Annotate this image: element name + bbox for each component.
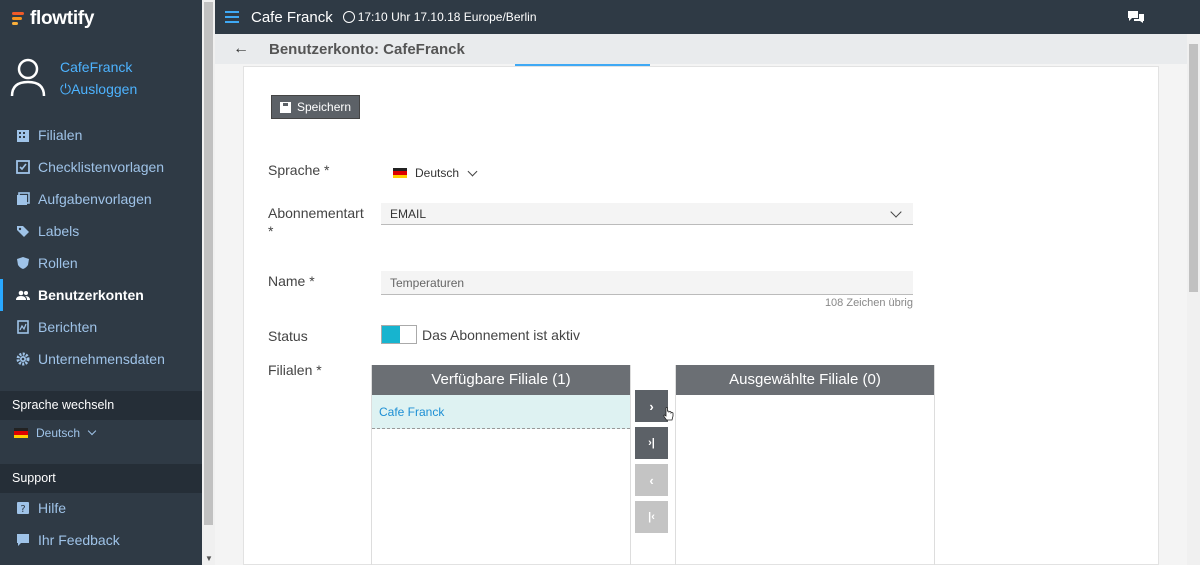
move-all-left-button[interactable]: |‹	[635, 501, 668, 533]
nav-item-label: Benutzerkonten	[38, 287, 144, 303]
nav-item-label: Ihr Feedback	[38, 532, 120, 548]
nav-item-berichten[interactable]: Berichten	[0, 311, 202, 343]
main-scrollbar-thumb[interactable]	[1189, 44, 1198, 292]
language-select-value: Deutsch	[415, 166, 460, 180]
app-logo[interactable]: flowtify	[0, 0, 202, 38]
nav-item-benutzerkonten[interactable]: Benutzerkonten	[0, 279, 202, 311]
nav-item-unternehmensdaten[interactable]: Unternehmensdaten	[0, 343, 202, 375]
nav-item-label: Rollen	[38, 255, 78, 271]
report-icon	[17, 320, 29, 334]
language-select[interactable]: Deutsch	[393, 166, 478, 180]
name-label: Name *	[268, 273, 315, 289]
scroll-down-arrow-icon[interactable]: ▼	[205, 554, 213, 563]
move-all-right-icon: ›|	[648, 437, 655, 449]
save-button-label: Speichern	[297, 100, 352, 114]
chevron-down-icon	[87, 426, 97, 436]
back-arrow-icon[interactable]: ←	[233, 40, 249, 58]
nav-item-label: Aufgabenvorlagen	[38, 191, 152, 207]
nav-item-hilfe[interactable]: ? Hilfe	[0, 492, 202, 524]
user-avatar-icon	[10, 58, 46, 97]
flowtify-logo-icon	[12, 11, 26, 27]
nav-item-rollen[interactable]: Rollen	[0, 247, 202, 279]
top-bar: Cafe Franck 17:10 Uhr 17.10.18 Europe/Be…	[215, 0, 1200, 34]
branches-label: Filialen *	[268, 362, 322, 378]
move-selected-left-button[interactable]: ‹	[635, 464, 668, 496]
page-title: Benutzerkonto: CafeFranck	[269, 40, 465, 58]
sidebar-language-selector[interactable]: Deutsch	[14, 426, 97, 440]
name-input[interactable]	[381, 271, 913, 295]
chevron-down-icon	[890, 206, 902, 218]
available-branches-list: Verfügbare Filiale (1) Cafe Franck	[371, 365, 631, 565]
german-flag-icon	[393, 168, 407, 178]
nav-item-label: Checklistenvorlagen	[38, 159, 165, 175]
mouse-pointer-icon	[663, 407, 674, 421]
nav-item-label: Hilfe	[38, 500, 67, 516]
nav-item-label: Unternehmensdaten	[38, 351, 165, 367]
company-name: Cafe Franck	[251, 8, 333, 26]
checklist-icon	[16, 160, 30, 174]
selected-branches-list: Ausgewählte Filiale (0)	[675, 365, 935, 565]
sidebar: flowtify CafeFranck ⏻Ausloggen Filialen …	[0, 0, 202, 565]
subscription-type-value: EMAIL	[390, 207, 427, 221]
shield-icon	[17, 257, 29, 269]
available-branches-header: Verfügbare Filiale (1)	[372, 365, 630, 395]
nav-item-aufgabenvorlagen[interactable]: Aufgabenvorlagen	[0, 183, 202, 215]
chat-icon[interactable]	[1127, 10, 1145, 24]
nav-item-labels[interactable]: Labels	[0, 215, 202, 247]
language-label: Sprache *	[268, 162, 330, 178]
toggle-knob	[382, 326, 400, 343]
german-flag-icon	[14, 428, 28, 438]
task-template-icon	[17, 192, 30, 205]
nav-item-feedback[interactable]: Ihr Feedback	[0, 524, 202, 556]
clock-icon	[342, 11, 355, 23]
subscription-type-label: Abonnementart *	[268, 205, 364, 239]
support-section-title: Support	[0, 464, 202, 493]
list-item[interactable]: Cafe Franck	[372, 395, 630, 429]
main-nav: Filialen Checklistenvorlagen Aufgabenvor…	[0, 119, 202, 375]
status-toggle-text: Das Abonnement ist aktiv	[422, 327, 580, 343]
nav-item-label: Berichten	[38, 319, 98, 335]
svg-text:?: ?	[20, 504, 25, 515]
name-char-counter: 108 Zeichen übrig	[824, 297, 913, 309]
help-icon: ?	[17, 502, 29, 515]
building-icon	[17, 130, 29, 142]
move-all-right-button[interactable]: ›|	[635, 427, 668, 459]
main-scrollbar[interactable]	[1187, 34, 1200, 565]
user-panel: CafeFranck ⏻Ausloggen	[0, 38, 202, 118]
account-form-card: Speichern Sprache * Deutsch Abonnementar…	[243, 66, 1159, 565]
tags-icon	[17, 226, 29, 237]
nav-item-filialen[interactable]: Filialen	[0, 119, 202, 151]
language-section-title: Sprache wechseln	[0, 391, 202, 420]
datetime-display: 17:10 Uhr 17.10.18 Europe/Berlin	[342, 10, 537, 24]
sidebar-scrollbar-thumb[interactable]	[204, 2, 213, 525]
nav-item-label: Labels	[38, 223, 80, 239]
username-link[interactable]: CafeFranck	[60, 56, 137, 78]
sidebar-language-value: Deutsch	[36, 426, 81, 440]
move-all-left-icon: |‹	[648, 511, 655, 523]
datetime-text: 17:10 Uhr 17.10.18 Europe/Berlin	[357, 10, 537, 24]
hamburger-menu-icon[interactable]	[225, 8, 239, 26]
sidebar-scrollbar[interactable]: ▼	[202, 0, 215, 565]
gear-icon	[16, 352, 30, 366]
nav-item-label: Filialen	[38, 127, 83, 143]
chevron-left-icon: ‹	[649, 472, 654, 488]
feedback-icon	[17, 534, 29, 546]
status-label: Status	[268, 328, 308, 344]
status-toggle[interactable]	[381, 325, 417, 344]
save-button[interactable]: Speichern	[271, 95, 361, 119]
app-name: flowtify	[30, 8, 95, 29]
users-icon	[16, 290, 30, 300]
chevron-right-icon: ›	[649, 398, 654, 414]
logout-link[interactable]: ⏻Ausloggen	[60, 78, 137, 100]
nav-item-checklistenvorlagen[interactable]: Checklistenvorlagen	[0, 151, 202, 183]
save-disk-icon	[280, 101, 291, 113]
selected-branches-header: Ausgewählte Filiale (0)	[676, 365, 934, 395]
page-header: ← Benutzerkonto: CafeFranck	[215, 34, 1187, 66]
subscription-type-select[interactable]: EMAIL	[381, 203, 913, 225]
chevron-down-icon	[467, 166, 478, 176]
